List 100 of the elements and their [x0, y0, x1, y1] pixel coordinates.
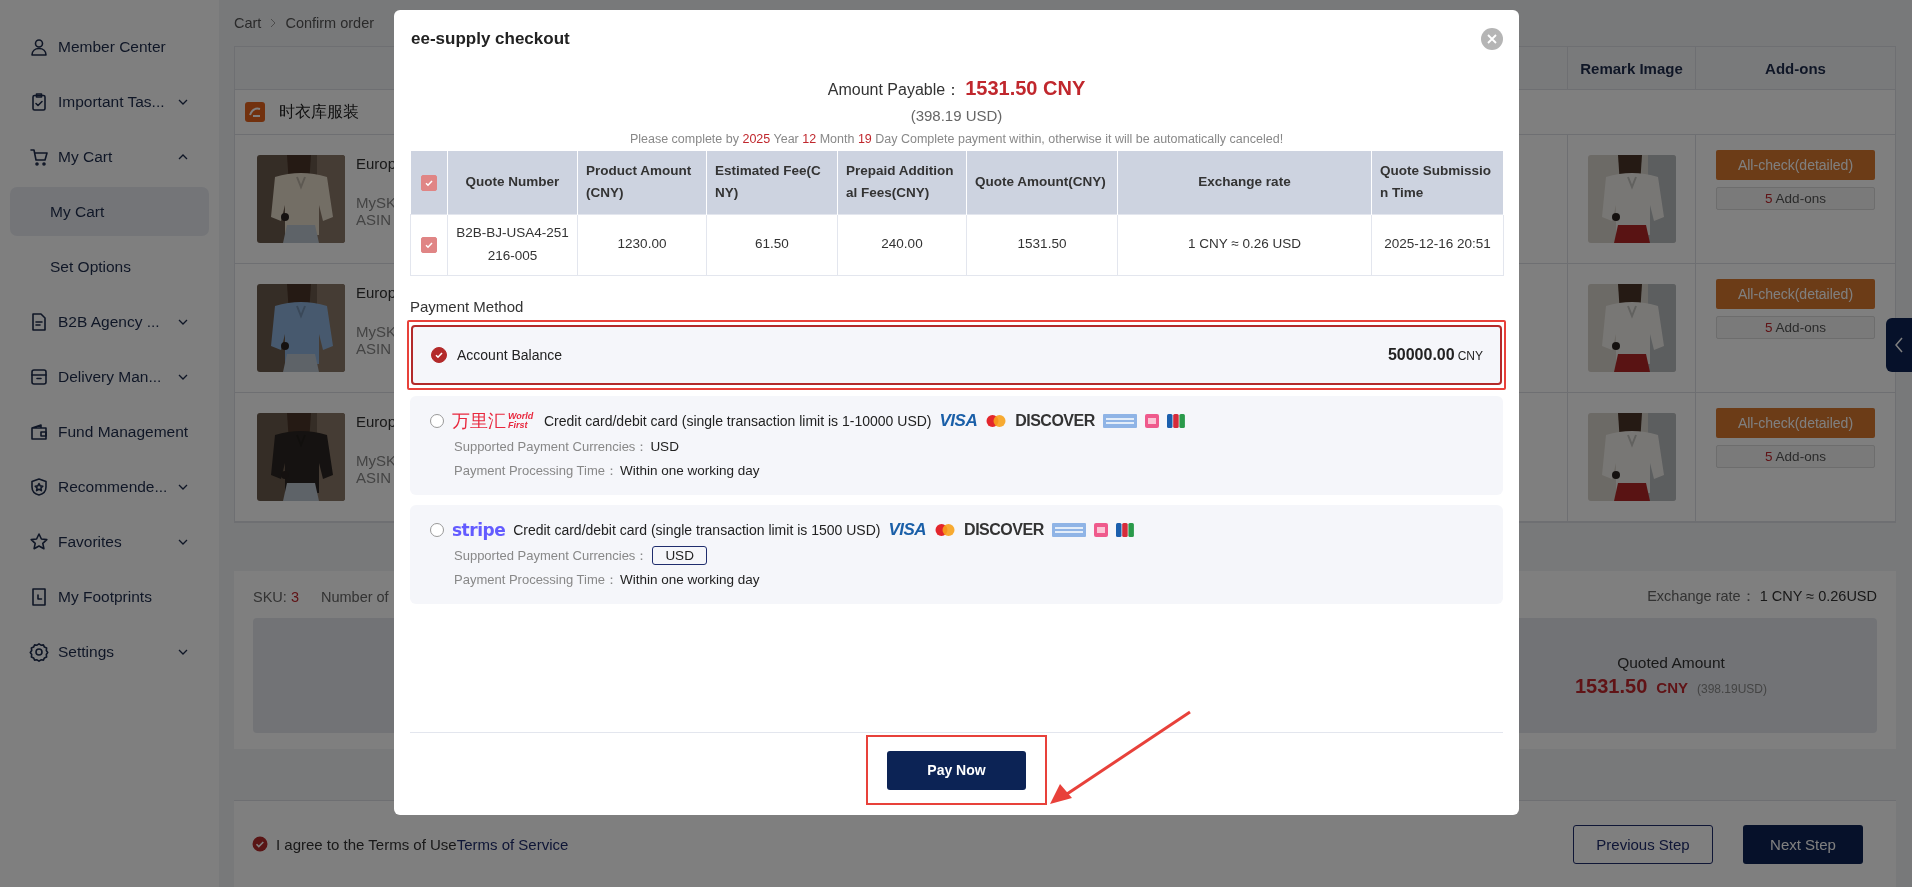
product-sku: MySK [356, 323, 397, 340]
visa-logo: VISA [939, 410, 978, 431]
table-cell: 2025-12-16 20:51 [1384, 236, 1491, 252]
sidebar-item[interactable]: Favorites [0, 523, 215, 560]
sidebar-item[interactable]: B2B Agency ... [0, 303, 215, 340]
next-step-button[interactable]: Next Step [1743, 824, 1863, 864]
exchange-rate: Exchange rate： 1 CNY ≈ 0.26USD [1647, 587, 1877, 606]
shop-name: 时衣库服装 [279, 101, 359, 122]
table-cell: 1531.50 [1017, 236, 1067, 252]
sidebar-item[interactable]: My Footprints [0, 578, 215, 615]
checkbox[interactable] [421, 236, 437, 253]
product-title: Europ [356, 155, 397, 172]
option-description: Credit card/debit card (single transaction limit is 1-10000 USD) [544, 412, 932, 429]
product-asin: ASIN [356, 211, 392, 228]
person-icon [29, 36, 49, 57]
processing-time: Within one working day [620, 463, 760, 478]
info-label: Payment Processing Time： [454, 461, 618, 480]
checkbox[interactable] [252, 836, 268, 852]
shop-logo-icon [245, 102, 265, 122]
sidebar-item[interactable]: Delivery Man... [0, 358, 215, 395]
sidebar-item[interactable]: Fund Management [0, 413, 215, 450]
quoted-label: Quoted Amount [1617, 653, 1725, 672]
breadcrumb-item: Confirm order [285, 15, 375, 31]
radio-button[interactable] [430, 413, 444, 428]
provider-logo: stripe [452, 519, 506, 540]
close-button[interactable] [1481, 28, 1503, 50]
sidebar-item[interactable]: Member Center [0, 28, 215, 65]
section-title: Payment Method [410, 297, 525, 315]
pay-now-button[interactable]: Pay Now [887, 750, 1026, 790]
all-check-button[interactable]: All-check(detailed) [1716, 150, 1875, 180]
discover-logo: DISCOVER [964, 520, 1044, 539]
info-label: Payment Processing Time： [454, 570, 618, 589]
sidebar-subitem[interactable]: Set Options [10, 242, 209, 291]
shield-icon [29, 476, 49, 497]
settings-icon [29, 641, 49, 662]
column-header: Remark Image [1580, 59, 1683, 77]
box-icon [29, 366, 49, 387]
addons-button[interactable]: 5 Add-ons [1716, 445, 1875, 468]
all-check-button[interactable]: All-check(detailed) [1716, 279, 1875, 309]
column-header: Quote Submission Time [1380, 163, 1491, 201]
card-logo-icon [1102, 413, 1137, 428]
number-label: Number of [320, 588, 389, 605]
chevron-right-icon [269, 18, 278, 28]
cart-icon [29, 146, 49, 167]
product-title: Europ [356, 284, 397, 301]
radio-button[interactable] [431, 346, 447, 363]
info-label: Supported Payment Currencies： [454, 437, 649, 456]
option-description: Credit card/debit card (single transaction limit is 1500 USD) [513, 521, 881, 538]
column-header: Product Amount (CNY) [586, 163, 692, 201]
discover-logo: DISCOVER [1015, 411, 1095, 430]
balance-amount: 50000.00 CNY [1387, 345, 1483, 364]
payment-option[interactable]: stripe Credit card/debit card (single transaction limit is 1500 USD) VISA DISCOVER Supported Payment Currencies： USD Payment Processing Time：Within one working day [410, 504, 1503, 604]
table-cell: 1 CNY ≈ 0.26 USD [1188, 236, 1301, 252]
sku-count: SKU: 3 [253, 588, 299, 605]
table-cell: B2B-BJ-USA4-251216-005 [456, 225, 569, 263]
product-asin: ASIN [356, 340, 392, 357]
wallet-icon [29, 421, 49, 442]
sidebar-item[interactable]: Important Tas... [0, 83, 215, 120]
column-header: Add-ons [1765, 59, 1826, 77]
jcb-icon [1166, 413, 1185, 428]
breadcrumb-item[interactable]: Cart [234, 15, 262, 31]
all-check-button[interactable]: All-check(detailed) [1716, 408, 1875, 438]
column-header: Prepaid Additional Fees(CNY) [846, 163, 954, 201]
addons-button[interactable]: 5 Add-ons [1716, 316, 1875, 339]
mastercard-icon [985, 413, 1008, 428]
mastercard-icon [934, 522, 957, 537]
addons-button[interactable]: 5 Add-ons [1716, 187, 1875, 210]
close-icon [1487, 34, 1497, 44]
clock-document-icon [29, 586, 49, 607]
column-header: Exchange rate [1198, 174, 1291, 190]
chevron-left-icon [1894, 337, 1904, 353]
previous-step-button[interactable]: Previous Step [1573, 824, 1713, 864]
sidebar-item[interactable]: Settings [0, 633, 215, 670]
card-logo-icon [1144, 413, 1159, 428]
currency-value: USD [650, 439, 679, 454]
document-icon [29, 311, 49, 332]
star-icon [29, 531, 49, 552]
clipboard-icon [29, 91, 49, 112]
table-cell: 61.50 [755, 236, 789, 252]
sidebar-subitem[interactable]: My Cart [10, 187, 209, 236]
deadline-notice: Please complete by 2025 Year 12 Month 19 Day Complete payment within, otherwise it will be automatically canceled! [628, 132, 1285, 146]
table-cell: 240.00 [881, 236, 923, 252]
visa-logo: VISA [888, 519, 927, 540]
sidebar-item[interactable]: My Cart [0, 138, 215, 175]
card-logo-icon [1093, 522, 1108, 537]
radio-button[interactable] [430, 522, 444, 537]
payment-option[interactable]: Account Balance 50000.00 CNY [411, 324, 1502, 385]
sidebar-item[interactable]: Recommende... [0, 468, 215, 505]
checkbox[interactable] [420, 174, 437, 191]
jcb-icon [1115, 522, 1134, 537]
amount-payable: Amount Payable： 1531.50 CNY [826, 77, 1087, 101]
terms-link[interactable]: Terms of Service [456, 835, 569, 853]
collapse-tab[interactable] [1886, 318, 1912, 372]
product-sku: MySK [356, 194, 397, 211]
option-label: Account Balance [457, 346, 563, 363]
amount-usd: (398.19 USD) [909, 107, 1004, 124]
dialog-title: ee-supply checkout [411, 29, 570, 49]
product-asin: ASIN [356, 469, 392, 486]
currency-value: USD [652, 546, 707, 565]
column-header: Estimated Fee(CNY) [715, 163, 821, 201]
